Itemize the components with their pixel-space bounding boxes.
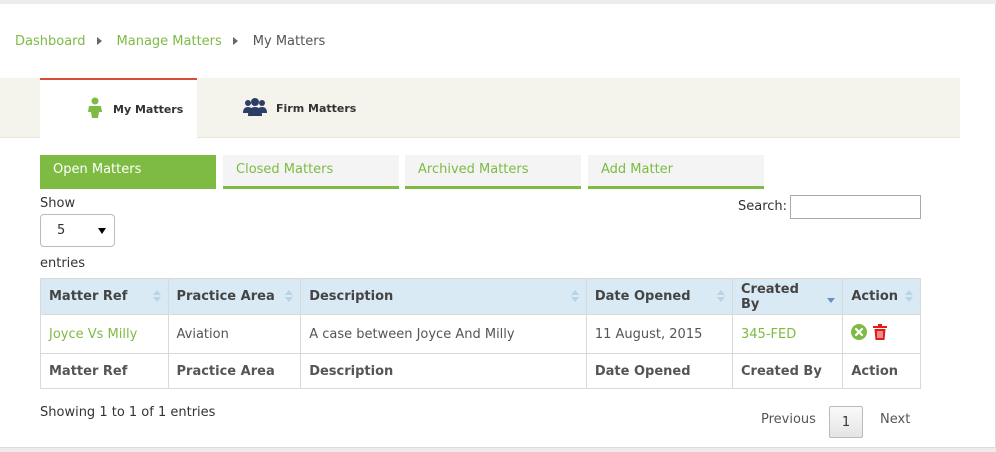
breadcrumb-separator-icon (232, 37, 238, 45)
entries-label: entries (40, 256, 86, 271)
tab-my-matters[interactable]: My Matters (40, 78, 197, 139)
footer-action: Action (842, 353, 921, 389)
tab-add-matter[interactable]: Add Matter (588, 155, 764, 189)
sort-desc-icon (827, 290, 836, 304)
column-header-date-opened[interactable]: Date Opened (585, 278, 734, 315)
page-size-value: 5 (57, 223, 66, 238)
footer-description: Description (300, 353, 587, 389)
footer-matter-ref: Matter Ref (40, 353, 169, 389)
breadcrumb: Dashboard Manage Matters My Matters (15, 32, 325, 50)
tab-archived-matters[interactable]: Archived Matters (405, 155, 581, 189)
close-matter-icon[interactable] (851, 324, 868, 344)
matter-ref-link[interactable]: Joyce Vs Milly (40, 314, 169, 354)
sort-icon (152, 290, 161, 304)
column-header-practice-area[interactable]: Practice Area (167, 278, 302, 315)
search-label: Search: (738, 199, 788, 214)
cell-action (842, 314, 921, 354)
previous-button[interactable]: Previous (761, 412, 816, 445)
sort-icon (717, 290, 725, 304)
table-footer-row: Matter Ref Practice Area Description Dat… (40, 353, 921, 389)
breadcrumb-separator-icon (96, 37, 102, 45)
tab-my-matters-label: My Matters (113, 103, 184, 116)
sort-icon (285, 290, 294, 304)
group-icon (243, 97, 267, 120)
page-size-select[interactable]: 5 (40, 214, 115, 247)
footer-date-opened: Date Opened (585, 353, 734, 389)
page-1-button[interactable]: 1 (829, 406, 863, 438)
column-header-created-by[interactable]: Created By (731, 278, 844, 315)
page-frame: Dashboard Manage Matters My Matters My M… (0, 4, 996, 448)
cell-description: A case between Joyce And Milly (300, 314, 587, 354)
column-header-matter-ref[interactable]: Matter Ref (40, 278, 169, 315)
table-header-row: Matter Ref Practice Area Description Dat… (40, 278, 921, 315)
tab-firm-matters-label: Firm Matters (276, 101, 357, 115)
search-input[interactable] (790, 195, 921, 219)
person-icon (86, 97, 104, 122)
next-button[interactable]: Next (880, 412, 910, 445)
sort-icon (905, 290, 913, 304)
matters-tab-bar: My Matters Firm Matters (0, 78, 960, 139)
matters-table: Matter Ref Practice Area Description Dat… (40, 278, 921, 389)
column-header-description[interactable]: Description (300, 278, 587, 315)
breadcrumb-current: My Matters (252, 33, 326, 49)
cell-date-opened: 11 August, 2015 (585, 314, 734, 354)
breadcrumb-dashboard[interactable]: Dashboard (15, 34, 86, 49)
cell-practice-area: Aviation (167, 314, 302, 354)
sort-icon (570, 290, 579, 304)
footer-practice-area: Practice Area (167, 353, 302, 389)
created-by-link[interactable]: 345-FED (731, 314, 844, 354)
chevron-down-icon (98, 228, 106, 234)
trash-icon[interactable] (872, 324, 887, 344)
footer-created-by: Created By (731, 353, 844, 389)
show-label: Show (40, 196, 76, 211)
column-header-action[interactable]: Action (842, 278, 921, 315)
tab-closed-matters[interactable]: Closed Matters (223, 155, 399, 189)
table-row: Joyce Vs Milly Aviation A case between J… (40, 314, 921, 354)
tab-firm-matters[interactable]: Firm Matters (243, 78, 383, 138)
table-info: Showing 1 to 1 of 1 entries (40, 405, 216, 420)
tab-open-matters[interactable]: Open Matters (40, 155, 216, 189)
breadcrumb-manage-matters[interactable]: Manage Matters (117, 34, 222, 49)
